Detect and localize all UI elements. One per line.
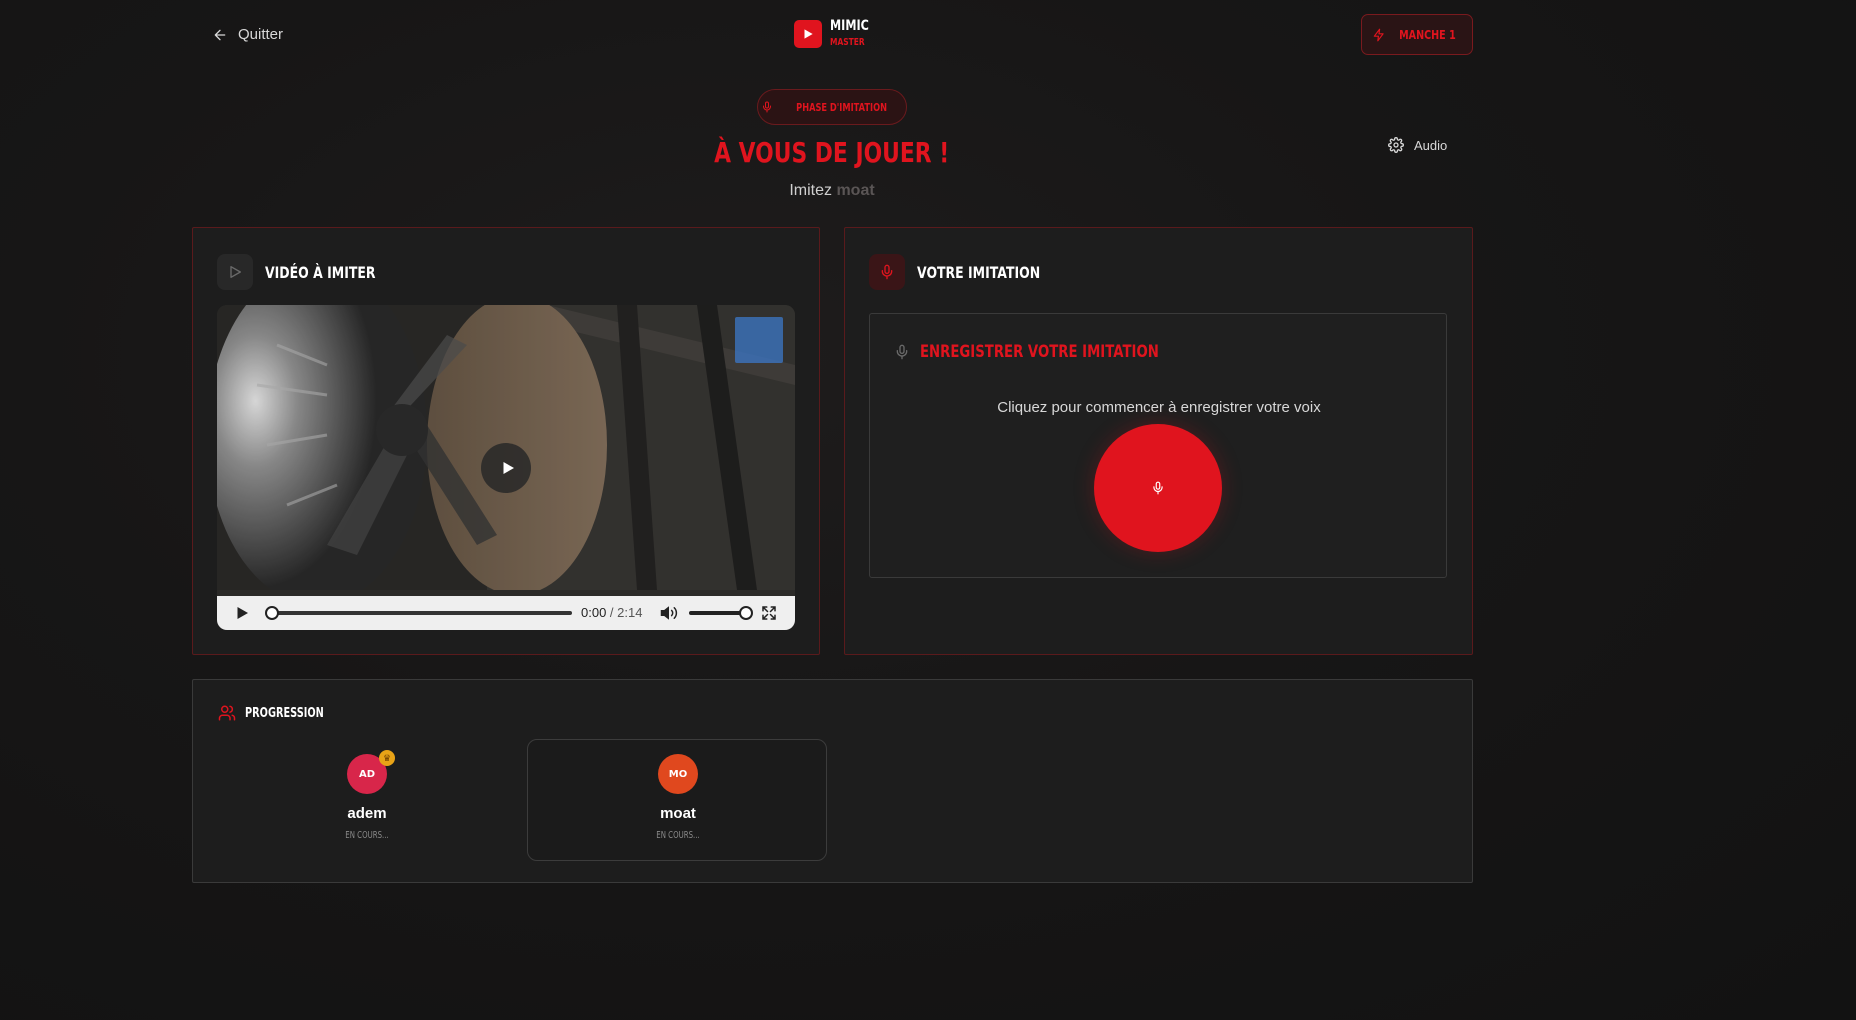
video-panel-title: VIDÉO À IMITER [265, 262, 376, 282]
record-title: ENREGISTRER VOTRE IMITATION [920, 342, 1159, 362]
imitation-panel-title: VOTRE IMITATION [917, 262, 1041, 282]
progression-title: PROGRESSION [245, 705, 324, 721]
microphone-icon [1153, 481, 1163, 495]
record-hint: Cliquez pour commencer à enregistrer vot… [997, 399, 1321, 416]
video-panel: VIDÉO À IMITER 0:00 / 2:14 [192, 227, 820, 655]
seek-bar[interactable] [265, 606, 572, 620]
round-badge: MANCHE 1 [1361, 14, 1473, 55]
phase-badge: PHASE D'IMITATION [757, 89, 907, 125]
volume-icon[interactable] [660, 604, 678, 622]
video-duration: 2:14 [617, 605, 643, 620]
quit-label: Quitter [238, 26, 284, 43]
player-name: moat [660, 805, 696, 822]
progression-panel: PROGRESSION AD ♛ adem EN COURS... MO moa… [192, 679, 1473, 883]
quit-button[interactable]: Quitter [212, 26, 283, 43]
player-name: adem [347, 805, 387, 822]
imitation-panel: VOTRE IMITATION ENREGISTRER VOTRE IMITAT… [844, 227, 1473, 655]
record-box: ENREGISTRER VOTRE IMITATION Cliquez pour… [869, 313, 1447, 578]
player-status: EN COURS... [656, 830, 700, 841]
crown-icon: ♛ [379, 750, 395, 766]
play-icon [503, 462, 514, 474]
play-outline-icon [217, 254, 253, 290]
phase-label: PHASE D'IMITATION [796, 100, 888, 114]
video-controls: 0:00 / 2:14 [217, 596, 795, 630]
logo-subtitle: MASTER [830, 37, 865, 48]
app-logo: MIMIC MASTER [794, 19, 879, 48]
arrow-left-icon [214, 29, 226, 40]
imitation-instruction: Imitez moat [0, 182, 1664, 200]
play-logo-icon [794, 19, 822, 48]
round-label: MANCHE 1 [1398, 27, 1456, 42]
video-thumbnail [217, 305, 795, 590]
time-display: 0:00 / 2:14 [581, 605, 642, 620]
time-separator: / [606, 605, 618, 620]
volume-slider[interactable] [689, 606, 753, 620]
microphone-icon [869, 254, 905, 290]
seek-knob[interactable] [265, 606, 279, 620]
video-play-overlay-button[interactable] [481, 443, 531, 493]
fullscreen-icon[interactable] [760, 604, 778, 622]
users-icon [218, 705, 236, 721]
player-card: MO moat EN COURS... [527, 739, 827, 861]
microphone-icon [763, 101, 772, 113]
audio-label: Audio [1414, 137, 1448, 153]
gear-icon [1388, 137, 1404, 153]
channel-watermark [735, 317, 783, 363]
record-button[interactable] [1094, 424, 1222, 552]
instruction-prefix: Imitez [789, 182, 832, 199]
avatar: MO [658, 754, 698, 794]
lightning-icon [1373, 28, 1384, 41]
microphone-icon [896, 344, 908, 360]
imitation-target-name: moat [836, 182, 875, 199]
current-time: 0:00 [581, 605, 607, 620]
player-status: EN COURS... [345, 830, 389, 841]
player-card: AD ♛ adem EN COURS... [216, 739, 516, 861]
audio-settings-button[interactable]: Audio [1388, 137, 1447, 153]
play-icon[interactable] [233, 604, 251, 622]
video-player[interactable]: 0:00 / 2:14 [217, 305, 795, 630]
logo-title: MIMIC [830, 18, 869, 34]
volume-knob[interactable] [739, 606, 753, 620]
